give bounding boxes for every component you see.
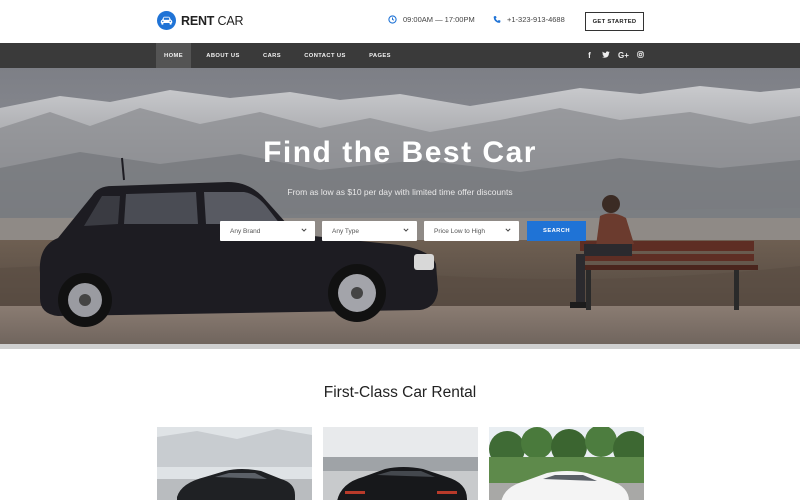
type-select[interactable]: Any Type [322, 221, 417, 241]
car-card-1[interactable] [157, 427, 312, 500]
dark-sedan-photo [157, 427, 312, 500]
brand-select[interactable]: Any Brand [220, 221, 315, 241]
hours-text: 09:00AM — 17:00PM [403, 15, 475, 24]
nav-item-pages[interactable]: PAGES [362, 43, 398, 68]
clock-icon [388, 15, 397, 24]
phone-icon [493, 16, 501, 23]
search-button[interactable]: SEARCH [527, 221, 586, 241]
nav-item-contact-us[interactable]: CONTACT US [298, 43, 352, 68]
logo-text-bold: RENT [181, 13, 215, 28]
price-sort-select[interactable]: Price Low to High [424, 221, 519, 241]
hero-title: Find the Best Car [263, 136, 537, 169]
social-links: f G+ [586, 43, 653, 68]
phone-contact[interactable]: +1-323-913-4688 [493, 15, 565, 24]
instagram-icon[interactable] [637, 51, 644, 60]
section-title: First-Class Car Rental [323, 384, 477, 401]
nav-item-cars[interactable]: CARS [256, 43, 288, 68]
car-card-3[interactable] [489, 427, 644, 500]
nav-item-home[interactable]: HOME [156, 43, 191, 68]
car-icon [157, 11, 176, 30]
white-sedan-photo [489, 427, 644, 500]
brand-select-value: Any Brand [230, 227, 261, 235]
hero-subtitle: From as low as $10 per day with limited … [287, 187, 513, 197]
facebook-icon[interactable]: f [586, 51, 593, 60]
chevron-down-icon [403, 228, 409, 232]
hero-banner: Find the Best Car From as low as $10 per… [0, 68, 800, 349]
car-card-2[interactable] [323, 427, 478, 500]
black-sports-car-photo [323, 427, 478, 500]
price-sort-select-value: Price Low to High [434, 227, 485, 235]
twitter-icon[interactable] [602, 51, 610, 60]
phone-text: +1-323-913-4688 [507, 15, 565, 24]
business-hours: 09:00AM — 17:00PM [388, 15, 475, 24]
type-select-value: Any Type [332, 227, 359, 235]
chevron-down-icon [505, 228, 511, 232]
main-nav: HOME ABOUT US CARS CONTACT US PAGES f G+ [0, 43, 800, 68]
get-started-button[interactable]: GET STARTED [585, 12, 644, 31]
google-plus-icon[interactable]: G+ [618, 51, 629, 60]
nav-item-about-us[interactable]: ABOUT US [200, 43, 246, 68]
logo[interactable]: RENT CAR [157, 11, 244, 30]
hero-background-image [0, 68, 800, 349]
logo-text: RENT CAR [181, 13, 244, 28]
top-header: RENT CAR 09:00AM — 17:00PM +1-323-913-46… [0, 0, 800, 43]
chevron-down-icon [301, 228, 307, 232]
logo-text-light: CAR [214, 13, 244, 28]
